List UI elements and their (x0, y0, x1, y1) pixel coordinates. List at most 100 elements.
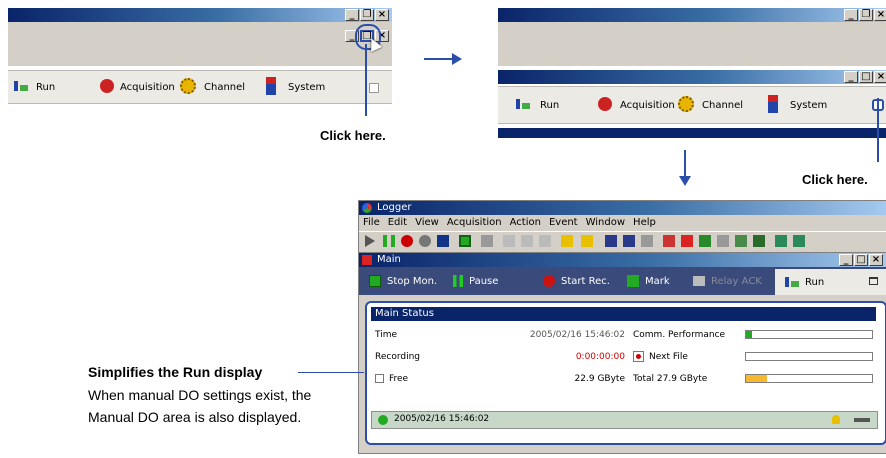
menu-acquisition[interactable]: Acquisition (447, 217, 502, 228)
run-tab[interactable]: Run (775, 269, 886, 295)
panel-1-tabbar: Run Acquisition Channel System (8, 70, 392, 104)
mark-button[interactable]: Mark (645, 276, 670, 287)
panel-2-sub-maximize-icon[interactable]: □ (859, 71, 873, 83)
display-icon-2[interactable] (623, 235, 635, 247)
copy-icon[interactable] (521, 235, 533, 247)
panel-1-tab-system[interactable]: System (288, 82, 325, 93)
panel-2-tab-acquisition[interactable]: Acquisition (620, 100, 675, 111)
panel-1-menu-strip (8, 22, 392, 66)
panel-1-callout: Click here. (320, 128, 386, 143)
menu-window[interactable]: Window (586, 217, 625, 228)
display-icon-8[interactable] (735, 235, 747, 247)
panel-1-minimize-icon[interactable]: _ (345, 9, 359, 21)
display-icon-1[interactable] (605, 235, 617, 247)
panel-2-sub-minimize-icon[interactable]: _ (844, 71, 858, 83)
run-tab-restore-icon[interactable] (869, 277, 878, 285)
panel-1-close-icon[interactable]: × (375, 9, 389, 21)
main-close-icon[interactable]: × (869, 254, 883, 266)
pause-button-icon (453, 275, 463, 287)
run-icon (514, 97, 530, 111)
comm-performance-label: Comm. Performance (633, 330, 726, 340)
bell-icon[interactable] (832, 415, 840, 424)
display-icon-7[interactable] (717, 235, 729, 247)
menu-edit[interactable]: Edit (388, 217, 407, 228)
panel-2-restore-icon[interactable]: ❐ (859, 9, 873, 21)
display-icon-9[interactable] (753, 235, 765, 247)
panel-2-sub-close-icon[interactable]: × (874, 71, 886, 83)
menu-help[interactable]: Help (633, 217, 656, 228)
footer-time: 2005/02/16 15:46:02 (394, 414, 490, 424)
main-minimize-icon[interactable]: _ (839, 254, 853, 266)
menu-view[interactable]: View (415, 217, 439, 228)
panel-1-tab-run[interactable]: Run (36, 82, 55, 93)
main-maximize-icon[interactable]: □ (854, 254, 868, 266)
mark-icon[interactable] (419, 235, 431, 247)
footer-status-icon (378, 415, 388, 425)
panel-2-tab-system[interactable]: System (790, 100, 827, 111)
paste-icon[interactable] (539, 235, 551, 247)
arrow-right (424, 58, 454, 60)
main-status-title: Main Status (375, 308, 434, 319)
menu-action[interactable]: Action (510, 217, 541, 228)
menu-file[interactable]: File (363, 217, 380, 228)
start-rec-icon (543, 275, 555, 287)
record-icon[interactable] (401, 235, 413, 247)
monitor-icon[interactable] (459, 235, 471, 247)
panel-1-tab-channel[interactable]: Channel (204, 82, 245, 93)
total-label: Total 27.9 GByte (633, 374, 708, 384)
next-file-label: Next File (649, 352, 688, 362)
display-icon-6[interactable] (699, 235, 711, 247)
display-icon-11[interactable] (793, 235, 805, 247)
panel-2-pointer-line (877, 98, 879, 162)
free-checkbox[interactable] (375, 374, 384, 383)
annotation-title: Simplifies the Run display (88, 364, 263, 380)
arrow-down-head (679, 176, 691, 186)
status-footer: 2005/02/16 15:46:02 (371, 411, 878, 429)
arrow-down (684, 150, 686, 178)
main-subwindow-titlebar: Main _ □ × (359, 253, 886, 267)
panel-2-close-icon[interactable]: × (874, 9, 886, 21)
panel-2-tab-channel[interactable]: Channel (702, 100, 743, 111)
panel-2-titlebar (498, 8, 886, 22)
logger-app-icon (362, 203, 372, 213)
acquisition-icon (100, 79, 114, 93)
free-label: Free (389, 374, 409, 384)
logger-window: Logger File Edit View Acquisition Action Even… (358, 200, 886, 454)
logger-titlebar: Logger (359, 201, 886, 215)
logger-title: Logger (377, 202, 412, 213)
main-subwindow-title: Main (377, 254, 401, 265)
cut-icon[interactable] (503, 235, 515, 247)
display-icon-3[interactable] (641, 235, 653, 247)
pause-icon[interactable] (383, 235, 395, 247)
display-icon-4[interactable] (663, 235, 675, 247)
time-label: Time (375, 330, 398, 340)
arrow-right-head (452, 53, 462, 65)
panel-1-tab-acquisition[interactable]: Acquisition (120, 82, 175, 93)
channel-icon (180, 78, 196, 94)
panel-1-restore-icon[interactable]: ❐ (360, 9, 374, 21)
display-icon-10[interactable] (775, 235, 787, 247)
stop-mon-button[interactable]: Stop Mon. (387, 276, 437, 287)
time-value: 2005/02/16 15:46:02 (529, 330, 625, 340)
panel-1-collapse-icon[interactable] (369, 83, 379, 93)
panel-2-tabbar: Run Acquisition Channel System (498, 86, 886, 124)
pause-button[interactable]: Pause (469, 276, 498, 287)
next-file-button[interactable] (633, 351, 644, 362)
panel-2-screenshot: _ ❐ × _ □ × Run Acquisition Channel Syst… (498, 8, 886, 146)
panel-1-titlebar (8, 8, 392, 22)
start-rec-button[interactable]: Start Rec. (561, 276, 610, 287)
alarm-icon[interactable] (561, 235, 573, 247)
stop-icon[interactable] (437, 235, 449, 247)
display-icon-5[interactable] (681, 235, 693, 247)
total-bar (745, 374, 873, 383)
connection-icon[interactable] (854, 418, 870, 422)
tape-icon[interactable] (481, 235, 493, 247)
play-icon[interactable] (365, 235, 375, 247)
alarm-ack-icon[interactable] (581, 235, 593, 247)
panel-2-minimize-icon[interactable]: _ (844, 9, 858, 21)
next-file-bar (745, 352, 873, 361)
relay-ack-button[interactable]: Relay ACK (711, 276, 762, 287)
panel-1-screenshot: _ ❐ × _ ❐ × Run Acquisition Channel Syst… (8, 8, 392, 106)
panel-2-tab-run[interactable]: Run (540, 100, 559, 111)
menu-event[interactable]: Event (549, 217, 578, 228)
